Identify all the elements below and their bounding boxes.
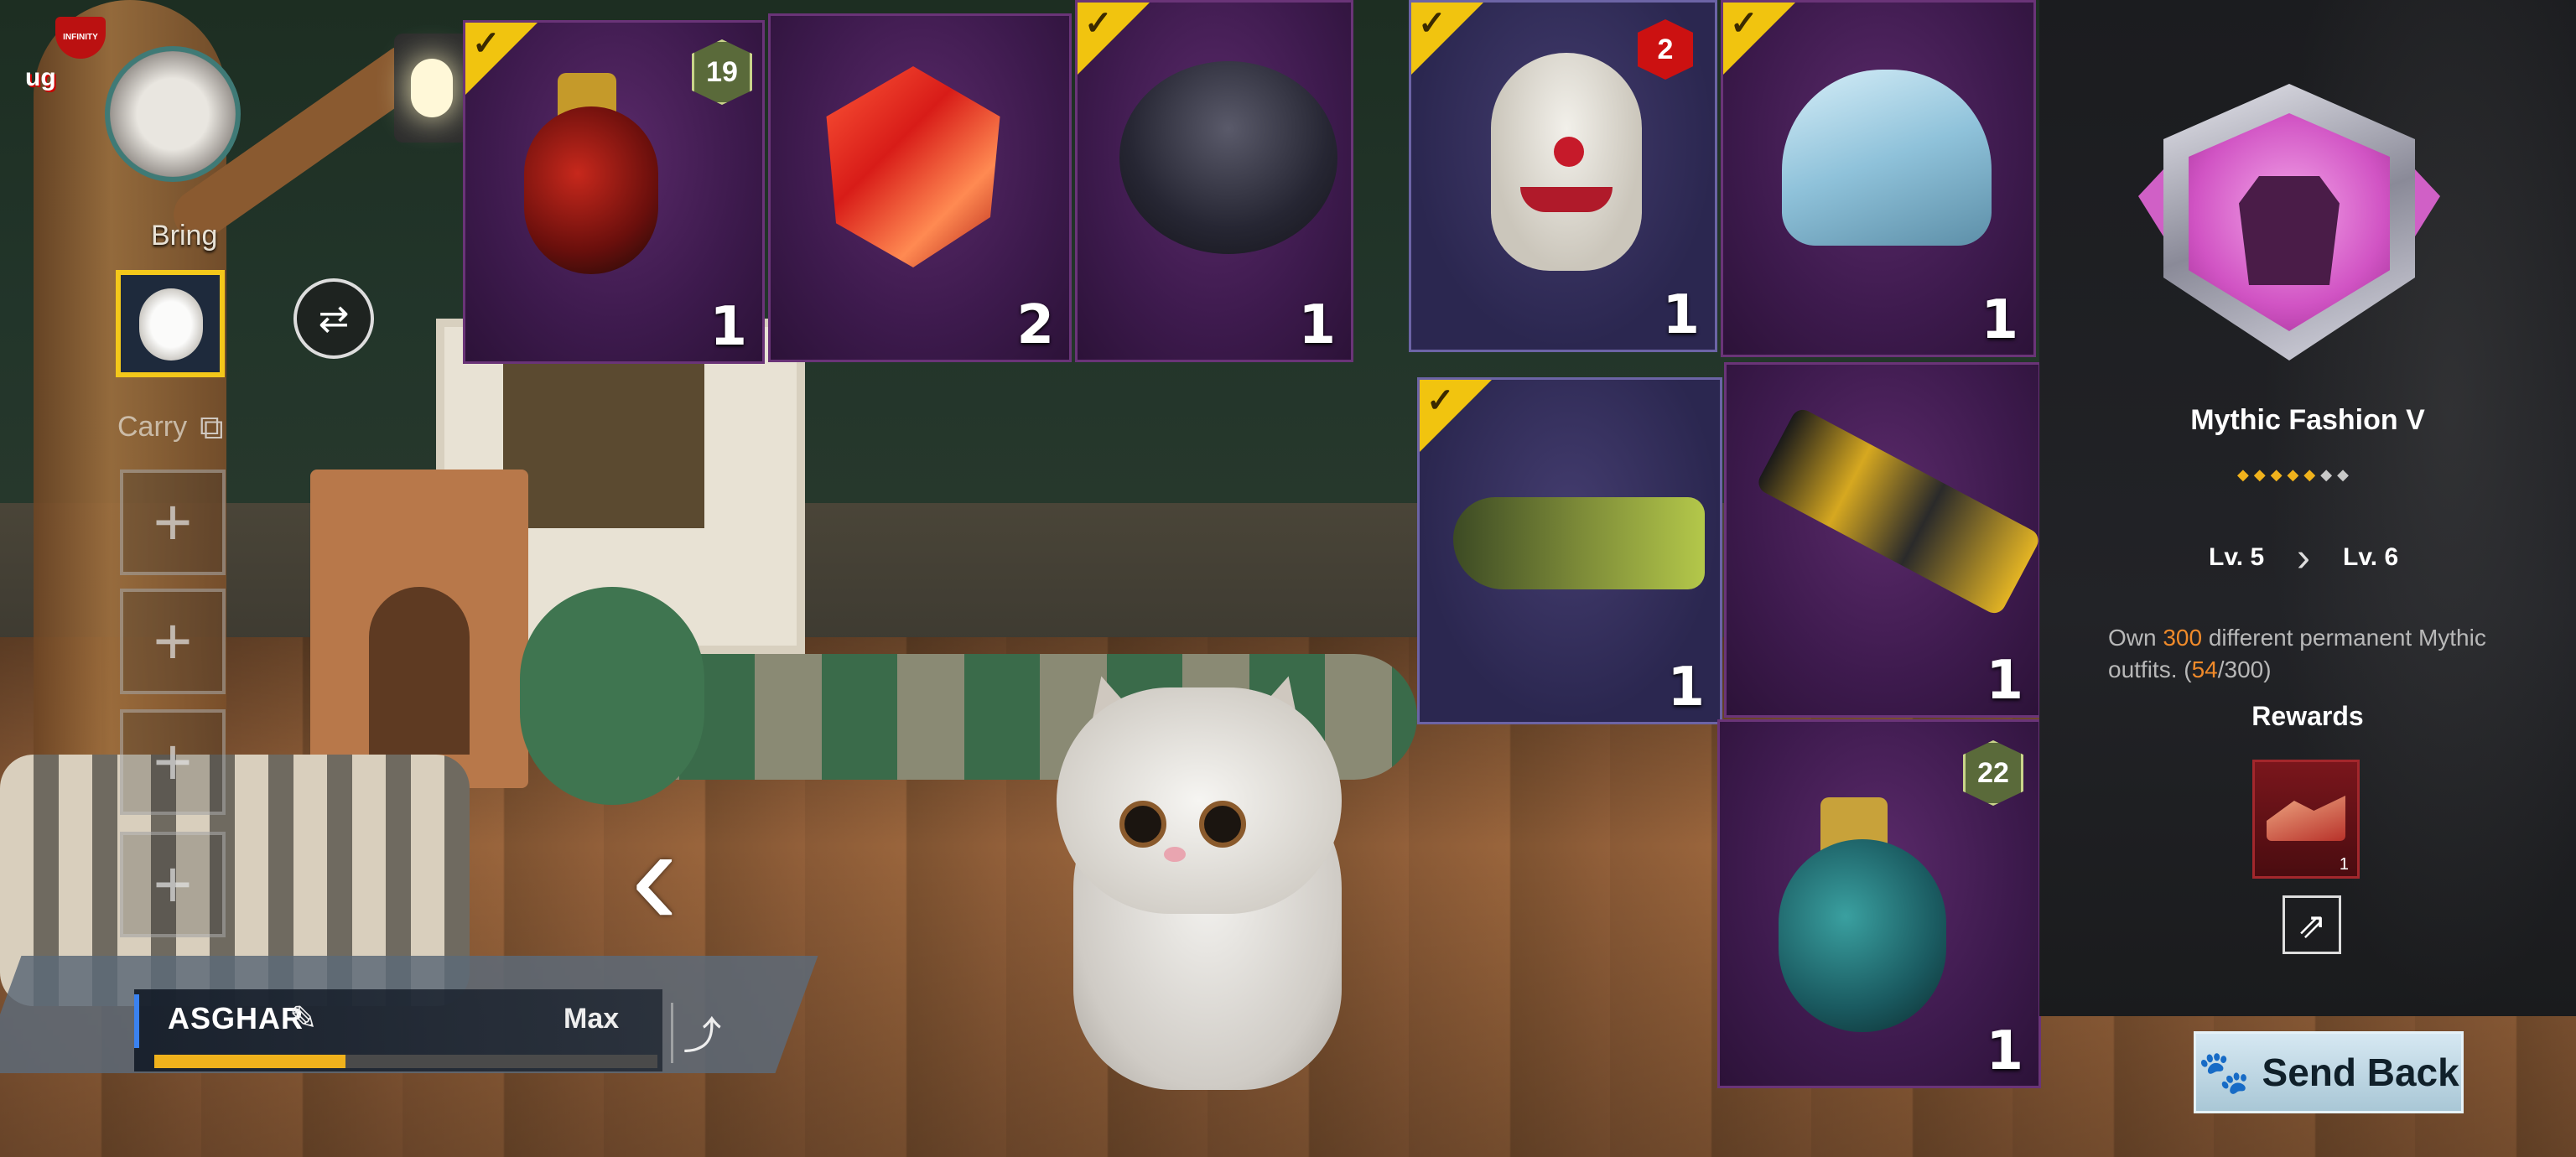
level-badge: 22: [1963, 740, 2023, 806]
desc-prefix: Own: [2108, 625, 2163, 651]
item-card-red-gem[interactable]: 2: [768, 13, 1072, 362]
back-chevron-icon[interactable]: ‹: [631, 805, 731, 947]
pet-name: ASGHAR: [168, 1001, 304, 1035]
edit-name-icon[interactable]: ✎: [289, 999, 318, 1038]
red-gem-icon: [826, 66, 1000, 267]
mythic-fashion-medal-icon: [2138, 84, 2440, 361]
plus-icon: +: [153, 847, 193, 921]
add-item-slot-1[interactable]: +: [120, 470, 226, 575]
carry-edit-icon[interactable]: ⧉: [200, 409, 224, 447]
achievement-stars: ◆ ◆ ◆ ◆ ◆ ◆ ◆: [2237, 466, 2380, 484]
snake-plush-head: [520, 587, 704, 805]
plus-icon: +: [153, 724, 193, 799]
ice-helmet-icon: [1782, 70, 1992, 246]
check-icon: ✓: [1426, 382, 1455, 419]
check-icon: ✓: [472, 25, 501, 62]
item-quantity: 1: [1298, 294, 1336, 356]
parachute-icon: [1119, 61, 1337, 254]
pet-cat-eye-right: [1199, 801, 1246, 848]
pet-slot-selected[interactable]: [116, 270, 225, 377]
cat-house-door: [369, 587, 470, 755]
item-card-helicopter[interactable]: ✓ 1: [1417, 377, 1722, 724]
pet-level-text: Max: [564, 1003, 620, 1035]
desc-suffix: /300): [2217, 656, 2272, 682]
picture-art: [503, 361, 704, 528]
logo-text: ug: [25, 64, 56, 91]
logo-badge: INFINITY: [55, 17, 106, 59]
item-card-red-grenade[interactable]: ✓ 19 1: [463, 20, 765, 364]
plus-icon: +: [153, 485, 193, 559]
star-filled-icon: ◆: [2303, 466, 2316, 483]
item-quantity: 1: [709, 296, 747, 358]
add-item-slot-3[interactable]: +: [120, 709, 226, 815]
red-grenade-icon: [524, 106, 658, 274]
gold-gun-icon: [1754, 405, 2038, 618]
item-card-ice-helmet[interactable]: ✓ 1: [1721, 0, 2036, 357]
item-quantity: 1: [1667, 656, 1705, 719]
pet-cat-head[interactable]: [1057, 687, 1342, 914]
pet-progress-fill: [154, 1055, 345, 1068]
reward-detail-button[interactable]: ⇗: [2283, 895, 2341, 954]
level-badge: 19: [692, 39, 752, 105]
bring-label: Bring: [151, 220, 218, 252]
desc-progress: 54: [2191, 656, 2218, 682]
add-item-slot-2[interactable]: +: [120, 589, 226, 694]
level-from: Lv. 5: [2209, 543, 2265, 571]
item-card-teal-grenade[interactable]: 22 1: [1717, 719, 2041, 1088]
rewards-label: Rewards: [2251, 701, 2364, 731]
chevron-right-icon: ›: [2297, 536, 2310, 580]
achievement-description: Own 300 different permanent Mythic outfi…: [2108, 622, 2544, 686]
lantern-bulb: [411, 59, 453, 117]
pet-name-bar: ASGHAR ✎ Max: [134, 989, 662, 1071]
check-icon: ✓: [1730, 5, 1758, 42]
check-icon: ✓: [1084, 5, 1113, 42]
item-quantity: 1: [1662, 284, 1700, 346]
pet-cat-eye-left: [1119, 801, 1166, 848]
helicopter-icon: [1453, 497, 1705, 589]
count-badge: 2: [1638, 19, 1693, 80]
level-progress-row: Lv. 5 › Lv. 6: [2209, 536, 2427, 580]
item-quantity: 1: [1986, 1020, 2023, 1082]
star-filled-icon: ◆: [2253, 466, 2266, 483]
add-item-slot-4[interactable]: +: [120, 832, 226, 937]
achievement-title: Mythic Fashion V: [2190, 404, 2425, 436]
star-filled-icon: ◆: [2270, 466, 2283, 483]
share-button[interactable]: ⤴: [671, 1003, 731, 1063]
item-quantity: 2: [1016, 294, 1054, 356]
reward-item[interactable]: 1: [2252, 760, 2360, 879]
star-filled-icon: ◆: [2237, 466, 2249, 483]
swap-pet-button[interactable]: ⇄: [293, 278, 374, 359]
player-avatar[interactable]: [105, 46, 241, 182]
star-empty-icon: ◆: [2337, 466, 2349, 483]
check-icon: ✓: [1418, 5, 1446, 42]
plus-icon: +: [153, 604, 193, 678]
teal-grenade-icon: [1779, 839, 1946, 1032]
star-filled-icon: ◆: [2287, 466, 2299, 483]
carry-label: Carry: [117, 411, 188, 443]
swap-icon: ⇄: [318, 298, 350, 340]
star-empty-icon: ◆: [2320, 466, 2333, 483]
jacket-icon: [2239, 176, 2340, 285]
external-link-icon: ⇗: [2297, 905, 2327, 945]
pet-progress-track: [154, 1055, 657, 1068]
level-to: Lv. 6: [2343, 543, 2399, 571]
paw-icon: 🐾: [2198, 1048, 2251, 1096]
send-back-button[interactable]: 🐾 Send Back: [2194, 1031, 2464, 1113]
pet-thumbnail: [139, 288, 203, 361]
desc-target: 300: [2163, 625, 2203, 651]
name-bar-accent: [134, 994, 139, 1048]
clown-mask-nose: [1554, 137, 1584, 167]
item-card-clown-mask[interactable]: ✓ 2 1: [1409, 0, 1717, 352]
share-icon: ⤴: [683, 1014, 722, 1057]
item-quantity: 1: [1986, 650, 2023, 712]
item-card-parachute[interactable]: ✓ 1: [1075, 0, 1353, 362]
send-back-label: Send Back: [2262, 1051, 2459, 1094]
clown-mask-mouth: [1520, 187, 1613, 212]
item-card-gold-gun[interactable]: 1: [1724, 362, 2041, 718]
item-quantity: 1: [1981, 289, 2018, 351]
reward-quantity: 1: [2339, 855, 2349, 874]
pet-cat-nose: [1164, 847, 1186, 862]
reward-item-icon: [2267, 796, 2345, 841]
